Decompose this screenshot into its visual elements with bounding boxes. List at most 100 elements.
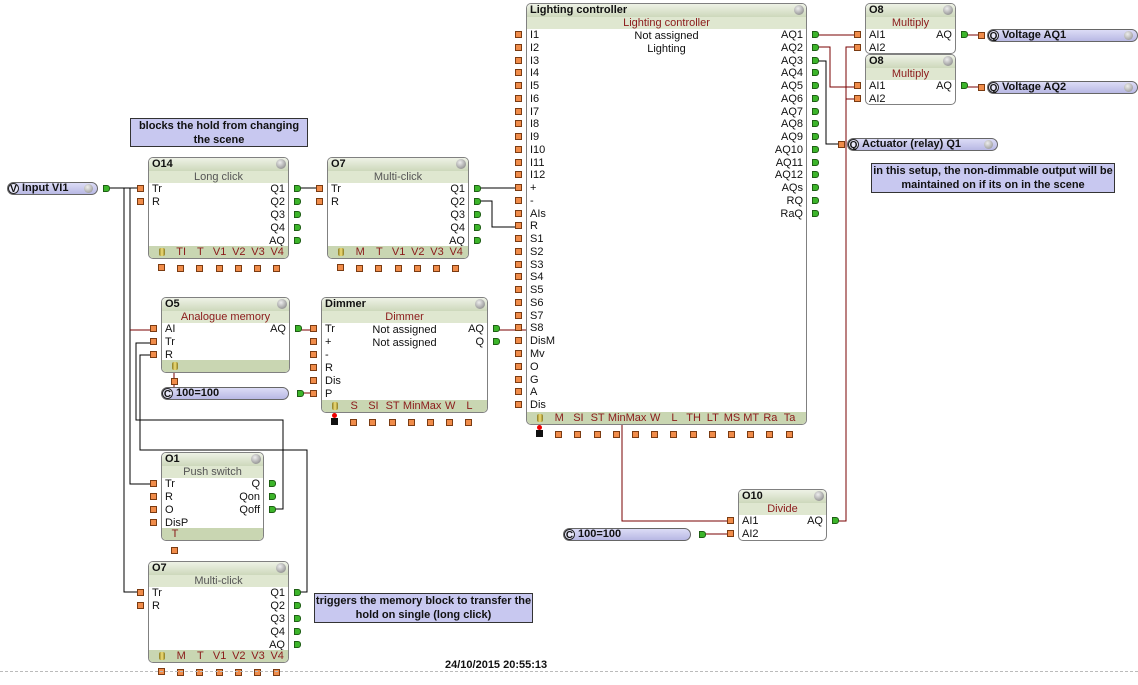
input-connector[interactable] — [515, 401, 522, 409]
parameter-connector[interactable] — [785, 431, 793, 438]
input-connector[interactable] — [515, 158, 522, 166]
output-connector[interactable] — [295, 325, 302, 332]
parameter-connector[interactable] — [388, 419, 396, 426]
output-connector[interactable] — [812, 107, 819, 115]
output-connector[interactable] — [269, 492, 276, 500]
info-icon[interactable] — [251, 454, 261, 464]
info-icon[interactable] — [84, 184, 93, 193]
output-connector[interactable] — [832, 517, 839, 524]
terminal-vi1[interactable]: V Input VI1 — [7, 182, 98, 195]
info-icon[interactable] — [276, 159, 286, 169]
block-o1[interactable]: O1 Push switch Tr R O DisP Q Qon Qoff T — [161, 452, 264, 541]
input-connector[interactable] — [515, 209, 522, 217]
input-connector[interactable] — [515, 145, 522, 153]
parameter-connector[interactable] — [369, 419, 377, 426]
parameter-connector[interactable] — [196, 265, 204, 272]
output-connector[interactable] — [294, 614, 301, 622]
input-connector[interactable] — [310, 325, 317, 332]
input-connector[interactable] — [515, 235, 522, 243]
output-connector[interactable] — [269, 505, 276, 513]
parameter-connector[interactable] — [446, 419, 454, 426]
parameter-connector[interactable] — [555, 431, 563, 438]
input-connector[interactable] — [515, 350, 522, 357]
info-icon[interactable] — [943, 5, 953, 15]
parameter-connector[interactable] — [427, 419, 434, 426]
input-connector[interactable] — [727, 517, 734, 524]
block-lc[interactable]: Lighting controller Lighting controller No… — [526, 3, 807, 425]
input-connector[interactable] — [515, 31, 522, 38]
output-connector[interactable] — [297, 390, 304, 397]
input-connector[interactable] — [137, 589, 144, 596]
output-connector[interactable] — [474, 185, 481, 192]
output-connector[interactable] — [812, 120, 819, 128]
block-o10[interactable]: O10 Divide AI1 AI2 AQ — [738, 489, 827, 541]
output-connector[interactable] — [812, 56, 819, 64]
parameter-connector[interactable] — [747, 431, 755, 438]
output-connector[interactable] — [294, 589, 301, 596]
parameter-connector[interactable] — [171, 547, 178, 554]
parameter-connector[interactable] — [158, 264, 165, 271]
output-connector[interactable] — [474, 197, 481, 205]
output-connector[interactable] — [474, 210, 481, 218]
input-connector[interactable] — [515, 43, 522, 51]
parameter-connector[interactable] — [171, 378, 178, 385]
output-connector[interactable] — [699, 531, 706, 538]
parameter-connector[interactable] — [177, 265, 185, 272]
output-connector[interactable] — [294, 601, 301, 609]
parameter-connector[interactable] — [593, 431, 601, 438]
input-connector[interactable] — [515, 375, 522, 383]
input-connector[interactable] — [150, 505, 157, 513]
input-connector[interactable] — [515, 82, 522, 90]
info-icon[interactable] — [1124, 83, 1133, 92]
input-connector[interactable] — [515, 184, 522, 192]
input-connector[interactable] — [150, 492, 157, 500]
parameter-connector[interactable] — [632, 431, 639, 438]
info-icon[interactable] — [984, 140, 993, 149]
input-connector[interactable] — [515, 222, 522, 230]
input-connector[interactable] — [310, 350, 317, 358]
wire[interactable] — [834, 46, 857, 522]
wire[interactable] — [476, 200, 518, 228]
output-connector[interactable] — [812, 184, 819, 192]
block-m1[interactable]: O8 Multiply AI1 AI2 AQ — [865, 3, 956, 54]
parameter-connector[interactable] — [708, 431, 716, 438]
output-connector[interactable] — [961, 82, 968, 89]
parameter-connector[interactable] — [273, 265, 281, 272]
output-connector[interactable] — [294, 197, 301, 205]
output-connector[interactable] — [474, 223, 481, 231]
wire[interactable] — [814, 46, 857, 88]
output-connector[interactable] — [493, 337, 500, 345]
input-connector[interactable] — [150, 480, 157, 487]
input-connector[interactable] — [854, 43, 861, 51]
output-connector[interactable] — [812, 133, 819, 141]
block-dim[interactable]: Dimmer Dimmer Not assigned Not assigned Tr + -… — [321, 297, 488, 413]
input-connector[interactable] — [515, 107, 522, 115]
info-icon[interactable] — [277, 299, 287, 309]
output-connector[interactable] — [812, 94, 819, 102]
parameter-connector[interactable] — [407, 419, 415, 426]
input-connector[interactable] — [515, 324, 522, 332]
input-connector[interactable] — [978, 32, 985, 39]
comment-n1[interactable]: blocks the hold from changing the scene — [130, 118, 308, 147]
output-connector[interactable] — [812, 145, 819, 153]
input-connector[interactable] — [316, 185, 323, 192]
parameter-connector[interactable] — [612, 431, 620, 438]
parameter-connector[interactable] — [215, 265, 223, 272]
parameter-connector[interactable] — [337, 264, 344, 271]
output-connector[interactable] — [812, 31, 819, 38]
input-connector[interactable] — [854, 82, 861, 89]
input-connector[interactable] — [515, 298, 522, 306]
input-connector[interactable] — [515, 337, 522, 345]
parameter-connector[interactable] — [465, 419, 473, 426]
parameter-connector[interactable] — [433, 265, 440, 272]
wire[interactable] — [123, 188, 140, 593]
input-connector[interactable] — [854, 94, 861, 102]
parameter-connector[interactable] — [234, 265, 242, 272]
input-connector[interactable] — [137, 601, 144, 609]
output-connector[interactable] — [294, 185, 301, 192]
parameter-connector[interactable] — [766, 431, 774, 438]
output-connector[interactable] — [812, 82, 819, 90]
parameter-connector[interactable] — [574, 431, 582, 438]
comment-n3[interactable]: triggers the memory block to transfer th… — [314, 593, 533, 623]
output-connector[interactable] — [294, 210, 301, 218]
